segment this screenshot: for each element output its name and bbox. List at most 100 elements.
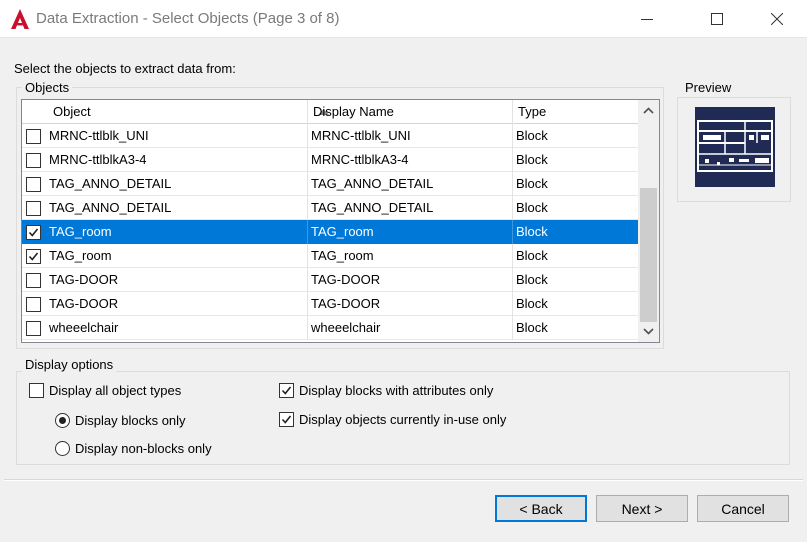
close-icon	[771, 13, 783, 25]
row-checkbox[interactable]	[26, 177, 41, 192]
next-button[interactable]: Next >	[596, 495, 688, 522]
object-cell: TAG_ANNO_DETAIL	[22, 196, 308, 220]
display-all-object-types-checkbox[interactable]	[29, 383, 44, 398]
object-cell: MRNC-ttlblk_UNI	[22, 124, 308, 148]
column-header-type[interactable]: Type	[513, 100, 638, 124]
object-name: TAG-DOOR	[49, 272, 119, 287]
option-label: Display all object types	[49, 383, 182, 398]
row-checkbox[interactable]	[26, 225, 41, 240]
objects-group-legend: Objects	[22, 80, 73, 95]
object-cell: wheeelchair	[22, 316, 308, 340]
object-name: TAG_ANNO_DETAIL	[49, 200, 172, 215]
object-name: TAG_room	[49, 224, 112, 239]
row-checkbox[interactable]	[26, 297, 41, 312]
row-checkbox-wrap	[26, 200, 41, 220]
column-header-label: Type	[518, 104, 547, 119]
row-checkbox[interactable]	[26, 153, 41, 168]
object-name: TAG-DOOR	[49, 296, 119, 311]
checkmark-icon	[28, 228, 39, 237]
table-row[interactable]: TAG_room TAG_room Block	[22, 220, 638, 244]
display-name-cell: MRNC-ttlblk_UNI	[308, 124, 513, 148]
type-cell: Block	[516, 128, 548, 143]
display-name-cell: TAG_room	[308, 244, 513, 268]
object-cell: TAG_room	[22, 220, 308, 244]
checkmark-icon	[28, 252, 39, 261]
type-cell: Block	[516, 152, 548, 167]
row-checkbox-wrap	[26, 272, 41, 292]
option-label: Display non-blocks only	[75, 441, 212, 456]
scrollbar-thumb[interactable]	[640, 188, 657, 322]
minimize-icon	[641, 19, 653, 20]
type-cell: Block	[516, 200, 548, 215]
row-checkbox-wrap	[26, 152, 41, 172]
window-title: Data Extraction - Select Objects (Page 3…	[36, 10, 340, 27]
option-label: Display blocks only	[75, 413, 186, 428]
type-cell: Block	[516, 176, 548, 191]
column-header-label: Display Name	[313, 104, 394, 119]
maximize-button[interactable]	[694, 0, 740, 38]
table-row[interactable]: TAG_ANNO_DETAIL TAG_ANNO_DETAIL Block	[22, 172, 638, 196]
column-header-display-name[interactable]: Display Name	[308, 100, 513, 124]
row-checkbox-wrap	[26, 176, 41, 196]
maximize-icon	[711, 13, 723, 25]
object-name: MRNC-ttlblk_UNI	[49, 128, 149, 143]
block-preview-icon	[695, 107, 775, 187]
objects-list[interactable]: Object Display Name Type MRNC-ttlblk_UNI…	[21, 99, 660, 343]
table-row[interactable]: wheeelchair wheeelchair Block	[22, 316, 638, 340]
display-non-blocks-only-radio[interactable]	[55, 441, 70, 456]
row-checkbox[interactable]	[26, 321, 41, 336]
row-checkbox[interactable]	[26, 249, 41, 264]
type-cell: Block	[516, 272, 548, 287]
display-name-cell: wheeelchair	[308, 316, 513, 340]
table-row[interactable]: TAG_room TAG_room Block	[22, 244, 638, 268]
display-name-cell: TAG_ANNO_DETAIL	[308, 196, 513, 220]
autocad-a-icon	[11, 9, 29, 29]
list-header: Object Display Name Type	[22, 100, 638, 124]
scroll-up-icon[interactable]	[643, 107, 654, 114]
display-name-cell: TAG-DOOR	[308, 292, 513, 316]
row-checkbox[interactable]	[26, 273, 41, 288]
object-cell: TAG_ANNO_DETAIL	[22, 172, 308, 196]
scroll-down-icon[interactable]	[643, 328, 654, 335]
table-row[interactable]: TAG_ANNO_DETAIL TAG_ANNO_DETAIL Block	[22, 196, 638, 220]
instruction-text: Select the objects to extract data from:	[14, 61, 236, 76]
row-checkbox-wrap	[26, 320, 41, 340]
checkmark-icon	[281, 386, 292, 395]
display-name-cell: TAG-DOOR	[308, 268, 513, 292]
display-name-cell: TAG_room	[308, 220, 513, 244]
display-name-cell: TAG_ANNO_DETAIL	[308, 172, 513, 196]
list-rows: MRNC-ttlblk_UNI MRNC-ttlblk_UNI Block MRNC-…	[22, 124, 638, 340]
object-cell: TAG-DOOR	[22, 292, 308, 316]
row-checkbox-wrap	[26, 224, 41, 244]
close-button[interactable]	[754, 0, 800, 38]
option-label: Display objects currently in-use only	[299, 412, 507, 427]
column-header-object[interactable]: Object	[48, 100, 329, 124]
table-row[interactable]: TAG-DOOR TAG-DOOR Block	[22, 292, 638, 316]
preview-label: Preview	[682, 80, 735, 95]
table-row[interactable]: MRNC-ttlblk_UNI MRNC-ttlblk_UNI Block	[22, 124, 638, 148]
display-options-legend: Display options	[22, 357, 117, 372]
preview-box	[677, 97, 791, 202]
row-checkbox[interactable]	[26, 129, 41, 144]
row-checkbox-wrap	[26, 128, 41, 148]
object-name: TAG_room	[49, 248, 112, 263]
row-checkbox[interactable]	[26, 201, 41, 216]
object-name: TAG_ANNO_DETAIL	[49, 176, 172, 191]
object-cell: TAG-DOOR	[22, 268, 308, 292]
table-row[interactable]: MRNC-ttlblkA3-4 MRNC-ttlblkA3-4 Block	[22, 148, 638, 172]
back-button[interactable]: < Back	[495, 495, 587, 522]
display-blocks-only-radio[interactable]	[55, 413, 70, 428]
title-bar: Data Extraction - Select Objects (Page 3…	[0, 0, 807, 38]
object-name: wheeelchair	[49, 320, 119, 335]
vertical-scrollbar[interactable]	[638, 100, 659, 342]
object-cell: TAG_room	[22, 244, 308, 268]
table-row[interactable]: TAG-DOOR TAG-DOOR Block	[22, 268, 638, 292]
display-objects-in-use-checkbox[interactable]	[279, 412, 294, 427]
option-label: Display blocks with attributes only	[299, 383, 494, 398]
row-checkbox-wrap	[26, 248, 41, 268]
display-name-cell: MRNC-ttlblkA3-4	[308, 148, 513, 172]
minimize-button[interactable]	[624, 0, 670, 38]
type-cell: Block	[516, 320, 548, 335]
cancel-button[interactable]: Cancel	[697, 495, 789, 522]
display-blocks-with-attributes-checkbox[interactable]	[279, 383, 294, 398]
